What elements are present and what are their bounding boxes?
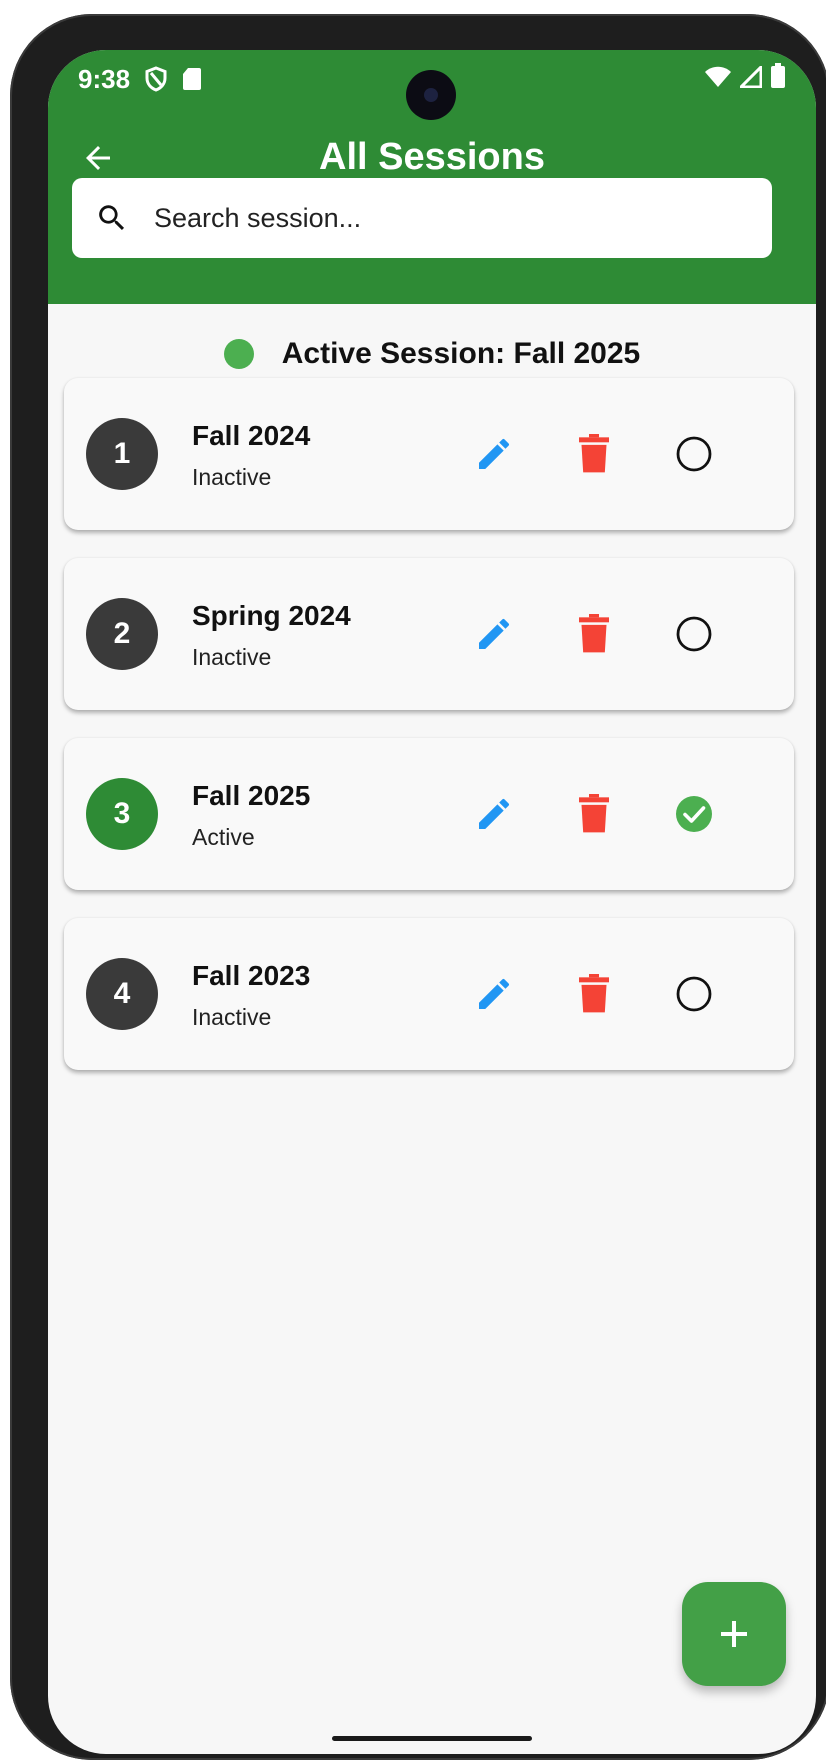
delete-button[interactable] xyxy=(572,432,616,476)
page-title: All Sessions xyxy=(319,136,545,178)
set-active-radio[interactable] xyxy=(672,612,716,656)
search-input[interactable] xyxy=(152,201,716,235)
trash-icon xyxy=(579,434,609,473)
set-active-radio[interactable] xyxy=(672,432,716,476)
shield-icon xyxy=(144,66,168,92)
delete-button[interactable] xyxy=(572,792,616,836)
edit-button[interactable] xyxy=(472,612,516,656)
device-frame: 9:38 All Sessions Search session... Acti… xyxy=(10,14,826,1760)
session-card[interactable]: 2 Spring 2024 Inactive xyxy=(64,558,794,710)
edit-button[interactable] xyxy=(472,792,516,836)
session-number-badge: 1 xyxy=(86,418,158,490)
trash-icon xyxy=(579,974,609,1013)
session-card[interactable]: 4 Fall 2023 Inactive xyxy=(64,918,794,1070)
app-screen: 9:38 All Sessions Search session... Acti… xyxy=(48,50,816,1754)
session-number-badge: 2 xyxy=(86,598,158,670)
camera-cutout xyxy=(406,70,456,120)
status-time: 9:38 xyxy=(78,63,131,94)
trash-icon xyxy=(579,614,609,653)
delete-button[interactable] xyxy=(572,972,616,1016)
radio-unchecked-icon xyxy=(676,976,712,1012)
session-name: Fall 2025 xyxy=(192,780,311,811)
session-card[interactable]: 3 Fall 2025 Active xyxy=(64,738,794,890)
search-bar[interactable] xyxy=(72,178,772,258)
active-session-label: Active Session: Fall 2025 xyxy=(281,337,641,370)
session-status: Inactive xyxy=(192,1004,272,1030)
sim-card-icon xyxy=(182,67,202,91)
signal-icon xyxy=(737,62,763,95)
plus-icon xyxy=(721,1621,747,1647)
trash-icon xyxy=(579,794,609,833)
radio-unchecked-icon xyxy=(676,616,712,652)
search-icon xyxy=(94,200,130,236)
session-status: Inactive xyxy=(192,464,272,490)
session-number-badge: 4 xyxy=(86,958,158,1030)
session-name: Fall 2024 xyxy=(192,420,311,451)
check-circle-icon xyxy=(676,796,712,832)
edit-button[interactable] xyxy=(472,432,516,476)
pencil-icon xyxy=(479,618,509,649)
radio-unchecked-icon xyxy=(676,436,712,472)
active-session-indicator: Active Session: Fall 2025 xyxy=(48,330,816,378)
session-name: Fall 2023 xyxy=(192,960,311,991)
pencil-icon xyxy=(479,798,509,829)
pencil-icon xyxy=(479,438,509,469)
home-indicator[interactable] xyxy=(332,1736,532,1741)
battery-icon xyxy=(770,62,786,96)
session-name: Spring 2024 xyxy=(192,600,351,631)
app-bar: 9:38 All Sessions Search session... xyxy=(48,50,816,304)
wifi-icon xyxy=(704,64,732,95)
add-session-button[interactable] xyxy=(682,1582,786,1686)
delete-button[interactable] xyxy=(572,612,616,656)
edit-button[interactable] xyxy=(472,972,516,1016)
pencil-icon xyxy=(479,978,509,1009)
set-active-radio[interactable] xyxy=(672,792,716,836)
session-card[interactable]: 1 Fall 2024 Inactive xyxy=(64,378,794,530)
set-active-radio[interactable] xyxy=(672,972,716,1016)
session-status: Active xyxy=(192,824,255,850)
session-number-badge: 3 xyxy=(86,778,158,850)
active-status-dot xyxy=(223,339,254,369)
session-status: Inactive xyxy=(192,644,272,670)
